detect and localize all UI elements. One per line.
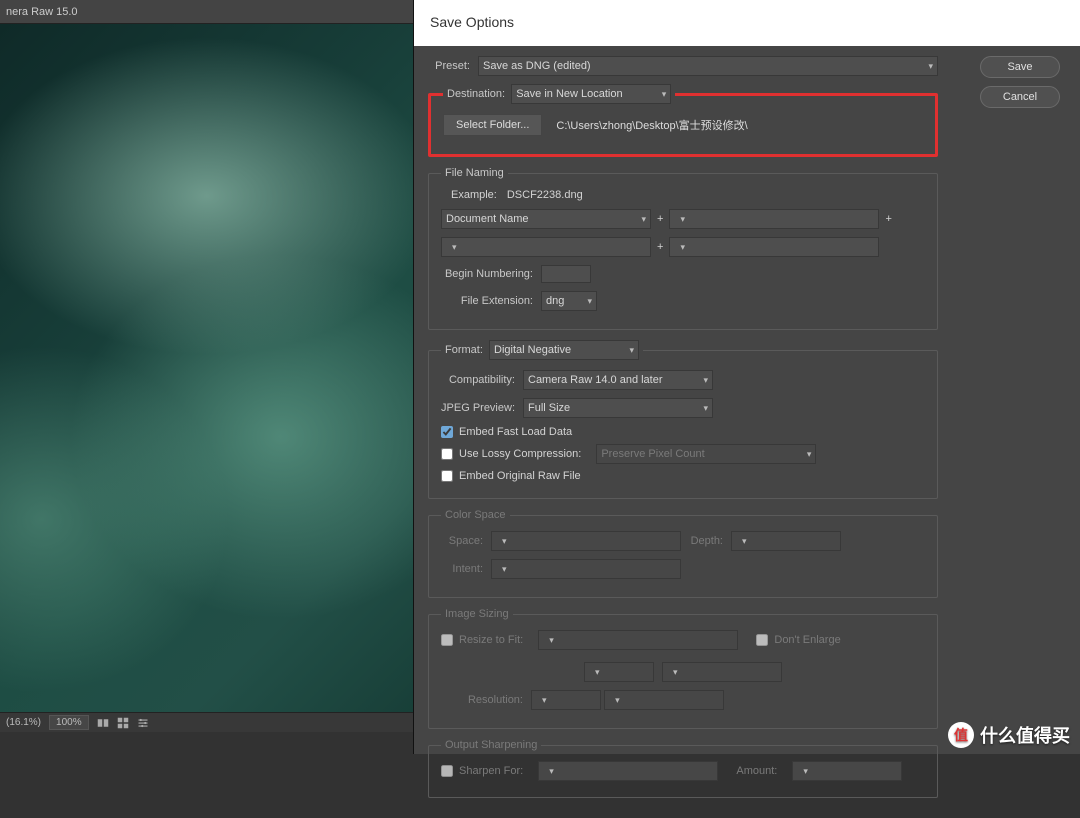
color-space-legend: Color Space [441,509,510,521]
size-w-input [584,662,654,682]
plus-icon: + [657,213,663,225]
file-naming-fieldset: File Naming Example: DSCF2238.dng Docume… [428,167,938,330]
format-legend: Format: [445,344,483,356]
preset-select[interactable]: Save as DNG (edited) [478,56,938,76]
file-ext-label: File Extension: [441,295,541,307]
compat-select[interactable]: Camera Raw 14.0 and later [523,370,713,390]
embed-orig-input[interactable] [441,470,453,482]
output-sharpening-fieldset: Output Sharpening Sharpen For: Amount: [428,739,938,798]
naming-token-1[interactable]: Document Name [441,209,651,229]
image-sizing-fieldset: Image Sizing Resize to Fit: Don't Enlarg… [428,608,938,729]
sharpen-input [441,765,453,777]
plus-icon: + [657,241,663,253]
sliders-icon[interactable] [137,717,149,729]
watermark-badge: 值 [948,722,974,748]
compare-icon[interactable] [97,717,109,729]
begin-numbering-label: Begin Numbering: [441,268,541,280]
destination-mode-select[interactable]: Save in New Location [511,84,671,104]
embed-orig-checkbox[interactable]: Embed Original Raw File [441,470,581,482]
naming-token-2[interactable] [669,209,879,229]
jpeg-preview-label: JPEG Preview: [441,402,523,414]
resolution-unit-select [604,690,724,710]
sharpen-checkbox: Sharpen For: Amount: [441,761,902,781]
embed-orig-label: Embed Original Raw File [459,470,581,482]
intent-label: Intent: [441,563,491,575]
size-unit-select [662,662,782,682]
sharpen-for-select [538,761,718,781]
grid-icon[interactable] [117,717,129,729]
destination-legend: Destination: [447,88,505,100]
space-select [491,531,681,551]
sharpen-amount-select [792,761,902,781]
lossy-select: Preserve Pixel Count [596,444,816,464]
amount-label: Amount: [736,765,777,777]
compat-label: Compatibility: [441,374,523,386]
lossy-checkbox[interactable]: Use Lossy Compression: Preserve Pixel Co… [441,444,816,464]
resolution-label: Resolution: [441,694,531,706]
depth-label: Depth: [681,535,731,547]
destination-path: C:\Users\zhong\Desktop\富士预设修改\ [556,117,747,133]
zoom-label: (16.1%) [6,717,41,728]
naming-token-3[interactable] [441,237,651,257]
example-label: Example: [451,189,497,201]
format-fieldset: Format: Digital Negative Compatibility: … [428,340,938,499]
naming-token-4[interactable] [669,237,879,257]
depth-select [731,531,841,551]
dont-enlarge-label: Don't Enlarge [774,634,840,646]
begin-numbering-input [541,265,591,283]
save-options-dialog: Save Options Save Cancel Preset: Save as… [413,0,1080,754]
select-folder-button[interactable]: Select Folder... [443,114,542,136]
lossy-input[interactable] [441,448,453,460]
dialog-title: Save Options [414,0,1080,46]
resize-checkbox: Resize to Fit: Don't Enlarge [441,630,841,650]
sharpen-label: Sharpen For: [459,765,523,777]
bottom-toolbar: (16.1%) 100% [0,712,413,732]
zoom-dropdown[interactable]: 100% [49,715,89,730]
preset-label: Preset: [428,60,478,72]
space-label: Space: [441,535,491,547]
destination-fieldset: Destination: Save in New Location Select… [428,84,938,157]
dont-enlarge-input [756,634,768,646]
resolution-input [531,690,601,710]
intent-select [491,559,681,579]
plus-icon: + [885,213,891,225]
lossy-label: Use Lossy Compression: [459,448,581,460]
jpeg-preview-select[interactable]: Full Size [523,398,713,418]
watermark-text: 什么值得买 [980,722,1070,748]
embed-fast-label: Embed Fast Load Data [459,426,572,438]
embed-fast-checkbox[interactable]: Embed Fast Load Data [441,426,572,438]
watermark: 值 什么值得买 [948,722,1070,748]
embed-fast-input[interactable] [441,426,453,438]
resize-label: Resize to Fit: [459,634,523,646]
output-sharpening-legend: Output Sharpening [441,739,541,751]
image-sizing-legend: Image Sizing [441,608,513,620]
photo-preview[interactable] [0,24,413,712]
resize-select [538,630,738,650]
file-ext-select[interactable]: dng [541,291,597,311]
resize-input [441,634,453,646]
example-value: DSCF2238.dng [507,189,583,201]
file-naming-legend: File Naming [441,167,508,179]
color-space-fieldset: Color Space Space: Depth: Intent: [428,509,938,598]
format-select[interactable]: Digital Negative [489,340,639,360]
